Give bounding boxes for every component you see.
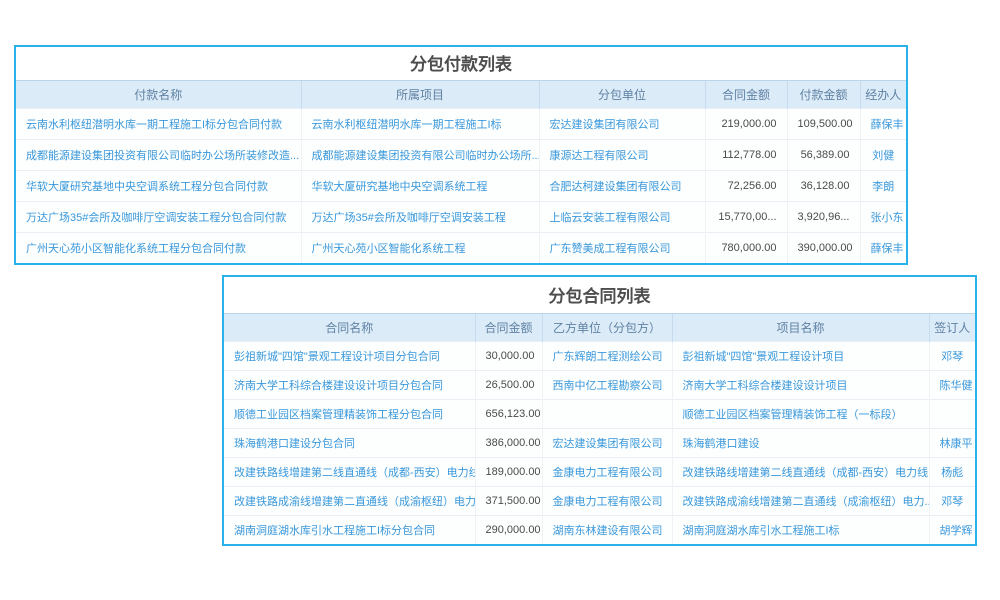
contract-amount-cell: 386,000.00: [475, 429, 542, 458]
signer-link[interactable]: 陈华健: [929, 371, 975, 400]
payment-table-row: 万达广场35#会所及咖啡厅空调安装工程分包合同付款 万达广场35#会所及咖啡厅空…: [16, 202, 906, 233]
payment-name-link[interactable]: 广州天心苑小区智能化系统工程分包合同付款: [16, 233, 301, 264]
project-name-link[interactable]: 顺德工业园区档案管理精装饰工程（一标段）: [672, 400, 929, 429]
payment-name-link[interactable]: 云南水利枢纽潜明水库一期工程施工I标分包合同付款: [16, 109, 301, 140]
handler-link[interactable]: 薛保丰: [860, 233, 906, 264]
contract-name-link[interactable]: 彭祖新城"四馆"景观工程设计项目分包合同: [224, 342, 475, 371]
contract-amount-cell: 219,000.00: [705, 109, 787, 140]
payment-amount-cell: 109,500.00: [787, 109, 860, 140]
signer-link[interactable]: 林康平: [929, 429, 975, 458]
column-header-project: 所属项目: [301, 81, 539, 109]
column-header-contract-amount: 合同金额: [705, 81, 787, 109]
party-b-link[interactable]: 金康电力工程有限公司: [542, 487, 672, 516]
signer-link[interactable]: [929, 400, 975, 429]
subcontract-unit-link[interactable]: 上临云安装工程有限公司: [539, 202, 705, 233]
subcontract-unit-link[interactable]: 合肥达柯建设集团有限公司: [539, 171, 705, 202]
subcontract-unit-link[interactable]: 康源达工程有限公司: [539, 140, 705, 171]
contract-amount-cell: 290,000.00: [475, 516, 542, 545]
contract-table: 合同名称 合同金额 乙方单位（分包方） 项目名称 签订人 彭祖新城"四馆"景观工…: [224, 313, 975, 544]
payment-table-row: 云南水利枢纽潜明水库一期工程施工I标分包合同付款 云南水利枢纽潜明水库一期工程施…: [16, 109, 906, 140]
contract-table-row: 济南大学工科综合楼建设设计项目分包合同 26,500.00 西南中亿工程勘察公司…: [224, 371, 975, 400]
handler-link[interactable]: 李朗: [860, 171, 906, 202]
project-name-link[interactable]: 湖南洞庭湖水库引水工程施工I标: [672, 516, 929, 545]
column-header-signer: 签订人: [929, 314, 975, 342]
column-header-handler: 经办人: [860, 81, 906, 109]
column-header-payment-amount: 付款金额: [787, 81, 860, 109]
payment-amount-cell: 36,128.00: [787, 171, 860, 202]
project-link[interactable]: 广州天心苑小区智能化系统工程: [301, 233, 539, 264]
contract-table-row: 改建铁路线增建第二线直通线（成都-西安）电力线... 189,000.00 金康…: [224, 458, 975, 487]
contract-amount-cell: 189,000.00: [475, 458, 542, 487]
column-header-party-b: 乙方单位（分包方）: [542, 314, 672, 342]
project-name-link[interactable]: 彭祖新城"四馆"景观工程设计项目: [672, 342, 929, 371]
column-header-contract-name: 合同名称: [224, 314, 475, 342]
party-b-link[interactable]: 广东辉朗工程测绘公司: [542, 342, 672, 371]
contract-name-link[interactable]: 珠海鹤港口建设分包合同: [224, 429, 475, 458]
handler-link[interactable]: 张小东: [860, 202, 906, 233]
column-header-contract-amount: 合同金额: [475, 314, 542, 342]
payment-table: 付款名称 所属项目 分包单位 合同金额 付款金额 经办人 云南水利枢纽潜明水库一…: [16, 80, 906, 263]
contract-table-header-row: 合同名称 合同金额 乙方单位（分包方） 项目名称 签订人: [224, 314, 975, 342]
column-header-payment-name: 付款名称: [16, 81, 301, 109]
signer-link[interactable]: 邓琴: [929, 342, 975, 371]
handler-link[interactable]: 薛保丰: [860, 109, 906, 140]
payment-name-link[interactable]: 华软大厦研究基地中央空调系统工程分包合同付款: [16, 171, 301, 202]
contract-name-link[interactable]: 湖南洞庭湖水库引水工程施工I标分包合同: [224, 516, 475, 545]
column-header-subcontract-unit: 分包单位: [539, 81, 705, 109]
payment-amount-cell: 390,000.00: [787, 233, 860, 264]
contract-name-link[interactable]: 济南大学工科综合楼建设设计项目分包合同: [224, 371, 475, 400]
project-name-link[interactable]: 改建铁路线增建第二线直通线（成都-西安）电力线...: [672, 458, 929, 487]
project-name-link[interactable]: 改建铁路成渝线增建第二直通线（成渝枢纽）电力...: [672, 487, 929, 516]
payment-table-row: 广州天心苑小区智能化系统工程分包合同付款 广州天心苑小区智能化系统工程 广东赞美…: [16, 233, 906, 264]
handler-link[interactable]: 刘健: [860, 140, 906, 171]
contract-table-title: 分包合同列表: [224, 277, 975, 313]
contract-amount-cell: 30,000.00: [475, 342, 542, 371]
signer-link[interactable]: 胡学辉: [929, 516, 975, 545]
project-name-link[interactable]: 珠海鹤港口建设: [672, 429, 929, 458]
contract-amount-cell: 15,770,00...: [705, 202, 787, 233]
subcontract-contract-card: 分包合同列表 合同名称 合同金额 乙方单位（分包方） 项目名称 签订人 彭祖新城…: [222, 275, 977, 546]
project-link[interactable]: 华软大厦研究基地中央空调系统工程: [301, 171, 539, 202]
payment-name-link[interactable]: 成都能源建设集团投资有限公司临时办公场所装修改造...: [16, 140, 301, 171]
contract-table-row: 珠海鹤港口建设分包合同 386,000.00 宏达建设集团有限公司 珠海鹤港口建…: [224, 429, 975, 458]
contract-name-link[interactable]: 改建铁路成渝线增建第二直通线（成渝枢纽）电力...: [224, 487, 475, 516]
column-header-project-name: 项目名称: [672, 314, 929, 342]
payment-amount-cell: 3,920,96...: [787, 202, 860, 233]
contract-table-row: 顺德工业园区档案管理精装饰工程分包合同 656,123.00 顺德工业园区档案管…: [224, 400, 975, 429]
contract-amount-cell: 112,778.00: [705, 140, 787, 171]
signer-link[interactable]: 杨彪: [929, 458, 975, 487]
project-link[interactable]: 云南水利枢纽潜明水库一期工程施工I标: [301, 109, 539, 140]
contract-amount-cell: 26,500.00: [475, 371, 542, 400]
party-b-link[interactable]: [542, 400, 672, 429]
contract-name-link[interactable]: 改建铁路线增建第二线直通线（成都-西安）电力线...: [224, 458, 475, 487]
project-name-link[interactable]: 济南大学工科综合楼建设设计项目: [672, 371, 929, 400]
subcontract-unit-link[interactable]: 宏达建设集团有限公司: [539, 109, 705, 140]
contract-table-row: 改建铁路成渝线增建第二直通线（成渝枢纽）电力... 371,500.00 金康电…: [224, 487, 975, 516]
subcontract-unit-link[interactable]: 广东赞美成工程有限公司: [539, 233, 705, 264]
contract-amount-cell: 656,123.00: [475, 400, 542, 429]
party-b-link[interactable]: 宏达建设集团有限公司: [542, 429, 672, 458]
payment-amount-cell: 56,389.00: [787, 140, 860, 171]
party-b-link[interactable]: 湖南东林建设有限公司: [542, 516, 672, 545]
contract-table-row: 彭祖新城"四馆"景观工程设计项目分包合同 30,000.00 广东辉朗工程测绘公…: [224, 342, 975, 371]
party-b-link[interactable]: 西南中亿工程勘察公司: [542, 371, 672, 400]
signer-link[interactable]: 邓琴: [929, 487, 975, 516]
contract-amount-cell: 780,000.00: [705, 233, 787, 264]
contract-amount-cell: 371,500.00: [475, 487, 542, 516]
payment-table-row: 华软大厦研究基地中央空调系统工程分包合同付款 华软大厦研究基地中央空调系统工程 …: [16, 171, 906, 202]
payment-table-title: 分包付款列表: [16, 47, 906, 80]
party-b-link[interactable]: 金康电力工程有限公司: [542, 458, 672, 487]
subcontract-payment-card: 分包付款列表 付款名称 所属项目 分包单位 合同金额 付款金额 经办人 云南水利…: [14, 45, 908, 265]
project-link[interactable]: 成都能源建设集团投资有限公司临时办公场所...: [301, 140, 539, 171]
payment-table-row: 成都能源建设集团投资有限公司临时办公场所装修改造... 成都能源建设集团投资有限…: [16, 140, 906, 171]
payment-table-header-row: 付款名称 所属项目 分包单位 合同金额 付款金额 经办人: [16, 81, 906, 109]
contract-table-row: 湖南洞庭湖水库引水工程施工I标分包合同 290,000.00 湖南东林建设有限公…: [224, 516, 975, 545]
contract-name-link[interactable]: 顺德工业园区档案管理精装饰工程分包合同: [224, 400, 475, 429]
project-link[interactable]: 万达广场35#会所及咖啡厅空调安装工程: [301, 202, 539, 233]
contract-amount-cell: 72,256.00: [705, 171, 787, 202]
payment-name-link[interactable]: 万达广场35#会所及咖啡厅空调安装工程分包合同付款: [16, 202, 301, 233]
